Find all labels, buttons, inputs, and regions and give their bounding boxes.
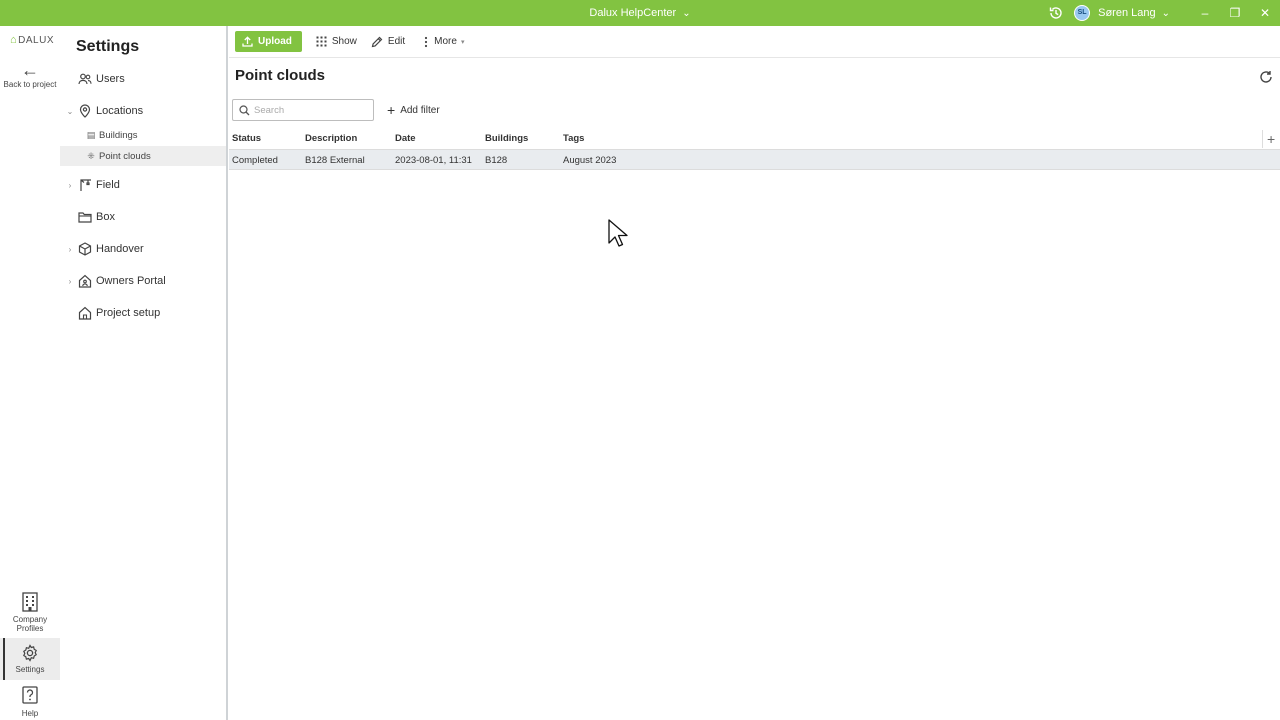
search-icon <box>239 104 250 115</box>
minimize-button[interactable]: – <box>1190 0 1220 26</box>
sidebar-item-label: Project setup <box>96 307 161 319</box>
table-row[interactable]: Completed B128 External 2023-08-01, 11:3… <box>229 149 1280 170</box>
sidebar-item-users[interactable]: Users <box>60 68 226 90</box>
settings-sidebar: Settings Users ⌄ Locations ▤ Buildings ⁜… <box>60 26 228 720</box>
page-title: Point clouds <box>235 67 325 84</box>
chevron-down-icon[interactable]: ⌄ <box>1162 8 1170 19</box>
users-icon <box>78 73 92 85</box>
sidebar-subitem-point-clouds[interactable]: ⁜ Point clouds <box>60 146 226 166</box>
plus-icon: + <box>387 102 396 118</box>
company-profiles-label: Company Profiles <box>12 615 48 633</box>
sidebar-item-label: Locations <box>96 105 144 117</box>
add-filter-label: Add filter <box>400 104 440 116</box>
sidebar-item-owners-portal[interactable]: › Owners Portal <box>60 270 226 292</box>
title-bar: Dalux HelpCenter ⌄ SL Søren Lang ⌄ – ❐ ✕ <box>0 0 1280 26</box>
sidebar-item-label: Field <box>96 179 120 191</box>
column-header-buildings[interactable]: Buildings <box>485 133 528 144</box>
search-box[interactable] <box>232 99 374 121</box>
chevron-right-icon[interactable]: › <box>65 181 75 190</box>
more-vertical-icon <box>425 36 428 47</box>
arrow-left-icon: ← <box>21 60 39 80</box>
table-header: Status Description Date Buildings Tags <box>229 130 1280 148</box>
caret-down-icon: ▾ <box>460 38 465 46</box>
search-input[interactable] <box>254 104 364 116</box>
chevron-right-icon[interactable]: › <box>65 245 75 254</box>
home-icon: ⌂ <box>10 34 18 46</box>
sidebar-subitem-buildings[interactable]: ▤ Buildings <box>60 125 226 145</box>
back-label: Back to project <box>3 80 57 89</box>
help-button[interactable]: Help <box>0 686 60 718</box>
company-profiles-button[interactable]: Company Profiles <box>0 592 60 633</box>
edit-label: Edit <box>387 36 406 47</box>
location-pin-icon <box>79 104 91 118</box>
cell-description: B128 External <box>305 155 365 166</box>
toolbar: Upload Show Edit More ▾ <box>229 26 1280 58</box>
cube-icon <box>78 242 92 256</box>
edit-button[interactable]: Edit <box>371 31 405 52</box>
chevron-right-icon[interactable]: › <box>65 277 75 286</box>
app-title: Dalux HelpCenter <box>589 7 677 19</box>
dalux-logo: ⌂DALUX <box>10 34 55 46</box>
sidebar-item-handover[interactable]: › Handover <box>60 238 226 260</box>
sidebar-item-label: Owners Portal <box>96 275 166 287</box>
upload-label: Upload <box>258 36 292 47</box>
column-header-tags[interactable]: Tags <box>563 133 584 144</box>
user-name[interactable]: Søren Lang <box>1098 7 1155 19</box>
sidebar-item-label: Box <box>96 211 115 223</box>
sidebar-item-label: Handover <box>96 243 144 255</box>
upload-icon <box>242 36 253 47</box>
building-icon <box>22 592 38 612</box>
cell-buildings: B128 <box>485 155 508 166</box>
add-column-button[interactable]: + <box>1262 130 1275 148</box>
gear-icon <box>23 644 37 662</box>
history-icon[interactable] <box>1048 5 1064 21</box>
sidebar-item-label: Users <box>96 73 125 85</box>
pencil-icon <box>371 36 383 47</box>
more-button[interactable]: More ▾ <box>423 31 464 52</box>
cell-status: Completed <box>232 155 278 166</box>
sidebar-subitem-label: Buildings <box>99 129 138 141</box>
help-icon <box>22 686 38 704</box>
grid-icon <box>316 36 327 47</box>
add-filter-button[interactable]: + Add filter <box>387 101 440 119</box>
column-header-date[interactable]: Date <box>395 133 416 144</box>
avatar[interactable]: SL <box>1074 5 1091 21</box>
sidebar-item-box[interactable]: Box <box>60 206 226 228</box>
home-icon <box>78 306 92 320</box>
cell-date: 2023-08-01, 11:31 <box>395 155 472 166</box>
crane-icon <box>80 179 91 191</box>
restore-button[interactable]: ❐ <box>1220 0 1250 26</box>
settings-button[interactable]: Settings <box>0 638 60 680</box>
sidebar-item-locations[interactable]: ⌄ Locations <box>60 100 226 122</box>
sidebar-item-field[interactable]: › Field <box>60 174 226 196</box>
cell-tags: August 2023 <box>563 155 617 166</box>
sidebar-title: Settings <box>76 38 140 55</box>
chevron-down-icon: ⌄ <box>682 8 691 19</box>
show-label: Show <box>331 36 357 47</box>
show-button[interactable]: Show <box>316 31 357 52</box>
house-person-icon <box>78 274 92 288</box>
folder-icon <box>78 212 92 223</box>
settings-label: Settings <box>15 665 45 674</box>
back-to-project-button[interactable]: ← Back to project <box>0 60 60 89</box>
column-header-description[interactable]: Description <box>305 133 357 144</box>
chevron-down-icon[interactable]: ⌄ <box>65 107 75 116</box>
buildings-icon: ▤ <box>86 130 96 140</box>
refresh-icon[interactable] <box>1259 70 1273 84</box>
sidebar-item-project-setup[interactable]: Project setup <box>60 302 226 324</box>
sidebar-subitem-label: Point clouds <box>99 150 151 162</box>
column-header-status[interactable]: Status <box>232 133 261 144</box>
point-cloud-icon: ⁜ <box>87 151 95 161</box>
upload-button[interactable]: Upload <box>235 31 302 52</box>
close-button[interactable]: ✕ <box>1250 0 1280 26</box>
left-rail: ⌂DALUX ← Back to project Company Profile… <box>0 26 60 720</box>
help-label: Help <box>21 709 39 718</box>
more-label: More <box>434 36 457 47</box>
mouse-cursor-icon <box>608 219 628 247</box>
